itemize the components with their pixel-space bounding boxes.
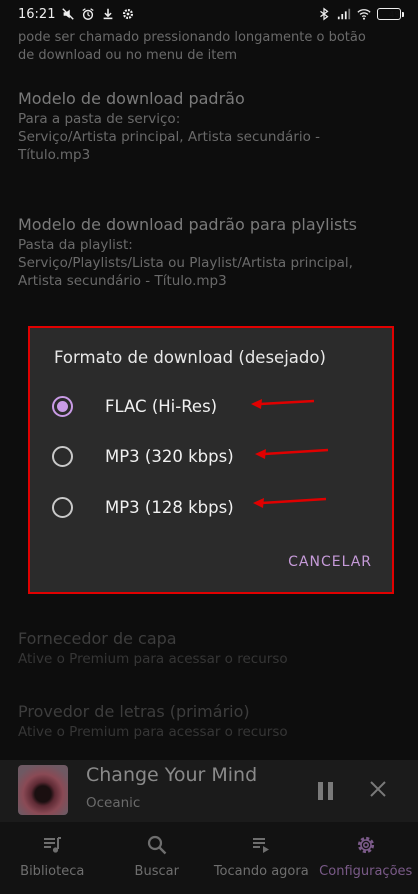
nav-item-buscar[interactable]: Buscar [105, 822, 210, 894]
setting-playlist-download-template[interactable]: Modelo de download padrão para playlists… [18, 214, 408, 290]
now-playing-icon [253, 838, 270, 853]
nav-item-tocando-agora[interactable]: Tocando agora [209, 822, 314, 894]
battery-label: 49 [388, 9, 400, 19]
nav-label: Buscar [134, 864, 179, 879]
radio-button-selected[interactable] [52, 395, 73, 417]
close-icon[interactable] [368, 779, 388, 799]
setting-title: Provedor de letras (primário) [18, 702, 250, 721]
setting-desc-line: Serviço/Playlists/Lista ou Playlist/Arti… [18, 255, 353, 271]
option-label: MP3 (320 kbps) [105, 446, 234, 466]
setting-partial-desc-line2: de download ou no menu de item [18, 48, 238, 63]
nav-label: Tocando agora [213, 864, 309, 879]
status-bar: 16:21 49 [0, 0, 418, 28]
setting-title: Modelo de download padrão [18, 89, 245, 108]
setting-desc-line: Artista secundário - Título.mp3 [18, 273, 227, 289]
mini-player[interactable]: Change Your Mind Oceanic [0, 760, 418, 822]
nav-item-configuracoes[interactable]: Configurações [314, 822, 418, 894]
library-music-icon [44, 837, 62, 853]
search-icon [147, 835, 167, 855]
signal-icon [337, 8, 351, 20]
track-title: Change Your Mind [86, 764, 258, 786]
mute-icon [62, 8, 75, 20]
setting-desc-line: Para a pasta de serviço: [18, 111, 181, 127]
option-label: MP3 (128 kbps) [105, 497, 234, 517]
nav-item-biblioteca[interactable]: Biblioteca [0, 822, 105, 894]
setting-desc: Ative o Premium para acessar o recurso [18, 651, 288, 667]
battery-indicator: 49 [377, 8, 404, 20]
setting-desc-line: Pasta da playlist: [18, 237, 133, 253]
gear-icon [357, 836, 374, 854]
alarm-icon [82, 8, 95, 20]
nav-label: Configurações [319, 864, 413, 879]
cancel-button[interactable]: CANCELAR [288, 554, 372, 570]
pause-icon[interactable] [318, 782, 336, 800]
annotation-arrow-icon [251, 399, 315, 409]
radio-button[interactable] [52, 496, 73, 518]
setting-desc-line: Serviço/Artista principal, Artista secun… [18, 129, 321, 145]
setting-cover-provider: Fornecedor de capa Ative o Premium para … [18, 628, 408, 668]
setting-lyrics-provider: Provedor de letras (primário) Ative o Pr… [18, 701, 408, 741]
status-time: 16:21 [18, 6, 56, 22]
radio-button[interactable] [52, 445, 73, 467]
settings-gear-icon [123, 8, 134, 20]
download-icon [104, 8, 113, 20]
setting-partial-desc-line1: pode ser chamado pressionando longamente… [18, 30, 366, 45]
setting-desc-line: Título.mp3 [18, 147, 91, 163]
bluetooth-icon [320, 7, 329, 21]
setting-title: Modelo de download padrão para playlists [18, 215, 357, 234]
setting-title: Fornecedor de capa [18, 629, 177, 648]
bottom-navigation: Biblioteca Buscar Tocando agora Configur… [0, 822, 418, 894]
setting-download-template[interactable]: Modelo de download padrão Para a pasta d… [18, 88, 408, 164]
setting-desc: Ative o Premium para acessar o recurso [18, 724, 288, 740]
dialog-title: Formato de download (desejado) [54, 348, 326, 367]
option-label: FLAC (Hi-Res) [105, 396, 218, 416]
track-artist: Oceanic [86, 795, 141, 811]
album-cover[interactable] [18, 765, 68, 815]
wifi-icon [357, 9, 371, 20]
annotation-arrow-icon [255, 448, 329, 459]
nav-label: Biblioteca [20, 864, 85, 879]
annotation-arrow-icon [253, 497, 327, 508]
download-format-dialog: Formato de download (desejado) FLAC (Hi-… [28, 326, 394, 594]
